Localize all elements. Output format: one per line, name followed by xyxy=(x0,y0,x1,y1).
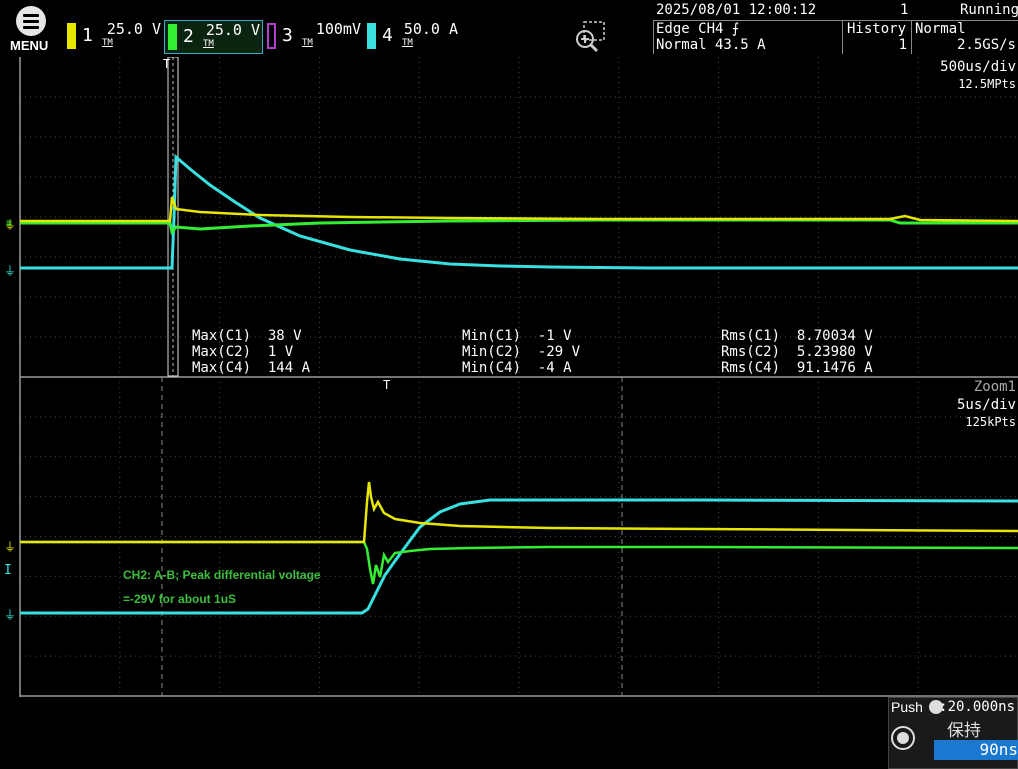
main-trigger-position-marker[interactable]: T xyxy=(163,57,170,71)
trigger-type: Edge CH4 xyxy=(656,21,724,37)
main-ch1-waveform xyxy=(20,196,1018,223)
datetime: 2025/08/01 12:00:12 xyxy=(656,2,817,18)
hold-label: 保持 xyxy=(947,721,981,741)
main-record-length: 12.5MPts xyxy=(958,77,1016,91)
measurement-min-c4: Min(C4) -4 A xyxy=(462,360,572,376)
zoom-trigger-level-marker[interactable]: I xyxy=(4,563,12,578)
acquisition-mode: Normal xyxy=(915,21,966,37)
channel-3-color-swatch xyxy=(267,23,276,49)
channel-3-tm: TM xyxy=(302,38,313,48)
zoom-ch4-level-marker[interactable]: ⏚ xyxy=(4,606,16,623)
time-value-input[interactable]: 90ns xyxy=(934,740,1018,760)
channel-1-scale: 25.0 V xyxy=(106,20,161,38)
run-state: Running xyxy=(960,2,1018,18)
menu-label: MENU xyxy=(10,38,49,53)
measurement-rms-c1: Rms(C1) 8.70034 V xyxy=(721,328,873,344)
channel-3-number: 3 xyxy=(282,25,293,46)
menu-icon xyxy=(16,6,46,36)
channel-2-color-swatch xyxy=(168,24,177,50)
channel-4-scale: 50.0 A xyxy=(403,20,458,38)
acquisition-panel[interactable]: Normal 2.5GS/s xyxy=(913,20,1018,54)
channel-4-number: 4 xyxy=(382,25,393,46)
zoom-grid xyxy=(20,377,1018,696)
measurement-max-c2: Max(C2) 1 V xyxy=(192,344,294,360)
trigger-mode: Normal 43.5 A xyxy=(656,37,766,53)
channel-3-button[interactable]: 3 100mV TM xyxy=(264,20,363,54)
channel-3-scale: 100mV xyxy=(315,20,361,38)
push-knob-panel[interactable]: Push :20.000ns 保持 90ns xyxy=(888,697,1018,769)
acquisition-count: 1 xyxy=(900,2,909,18)
sample-rate: 2.5GS/s xyxy=(956,37,1016,53)
history-label: History xyxy=(847,21,907,37)
measurement-rms-c4: Rms(C4) 91.1476 A xyxy=(721,360,873,376)
annotation-line-1: CH2: A-B; Peak differential voltage xyxy=(123,568,321,582)
history-panel[interactable]: History 1 xyxy=(845,20,911,54)
annotation-line-2: =-29V for about 1uS xyxy=(123,592,237,606)
push-label: Push xyxy=(891,699,923,715)
rotary-knob-icon xyxy=(891,726,915,750)
zoom-trigger-position-marker[interactable]: T xyxy=(383,378,390,392)
channel-2-button[interactable]: 2 25.0 V TM xyxy=(164,20,263,54)
channel-1-number: 1 xyxy=(82,25,93,46)
zoom-window-name: Zoom1 xyxy=(973,379,1016,395)
measurement-max-c4: Max(C4) 144 A xyxy=(192,360,311,376)
menu-button[interactable]: MENU xyxy=(8,6,54,54)
measurement-max-c1: Max(C1) 38 V xyxy=(192,328,302,344)
channel-1-button[interactable]: 1 25.0 V TM xyxy=(64,20,163,54)
measurement-min-c2: Min(C2) -29 V xyxy=(462,344,581,360)
measurement-min-c1: Min(C1) -1 V xyxy=(462,328,572,344)
channel-4-button[interactable]: 4 50.0 A TM xyxy=(364,20,460,54)
trigger-panel[interactable]: Edge CH4 ⨍ Normal 43.5 A xyxy=(656,20,841,54)
push-value: :20.000ns xyxy=(939,699,1015,715)
channel-1-tm: TM xyxy=(102,38,113,48)
channel-4-tm: TM xyxy=(402,38,413,48)
zoom-record-length: 125kPts xyxy=(965,415,1016,429)
edge-rising-icon: ⨍ xyxy=(731,21,740,37)
channel-1-color-swatch xyxy=(67,23,76,49)
channel-2-number: 2 xyxy=(183,26,194,47)
measurement-rms-c2: Rms(C2) 5.23980 V xyxy=(721,344,873,360)
ch4-level-marker[interactable]: ⏚ xyxy=(4,262,16,279)
ch2-level-marker[interactable]: ≡ xyxy=(6,218,12,229)
zoom-magnifier-icon xyxy=(576,21,605,53)
channel-2-scale: 25.0 V xyxy=(205,21,260,39)
history-value: 1 xyxy=(898,37,907,53)
zoom-ch1-level-marker[interactable]: ⏚ xyxy=(4,538,16,555)
zoom-timebase: 5us/div xyxy=(956,397,1016,413)
channel-4-color-swatch xyxy=(367,23,376,49)
channel-2-tm: TM xyxy=(203,39,214,49)
main-timebase: 500us/div xyxy=(940,59,1016,75)
zoom-button[interactable] xyxy=(572,20,606,54)
